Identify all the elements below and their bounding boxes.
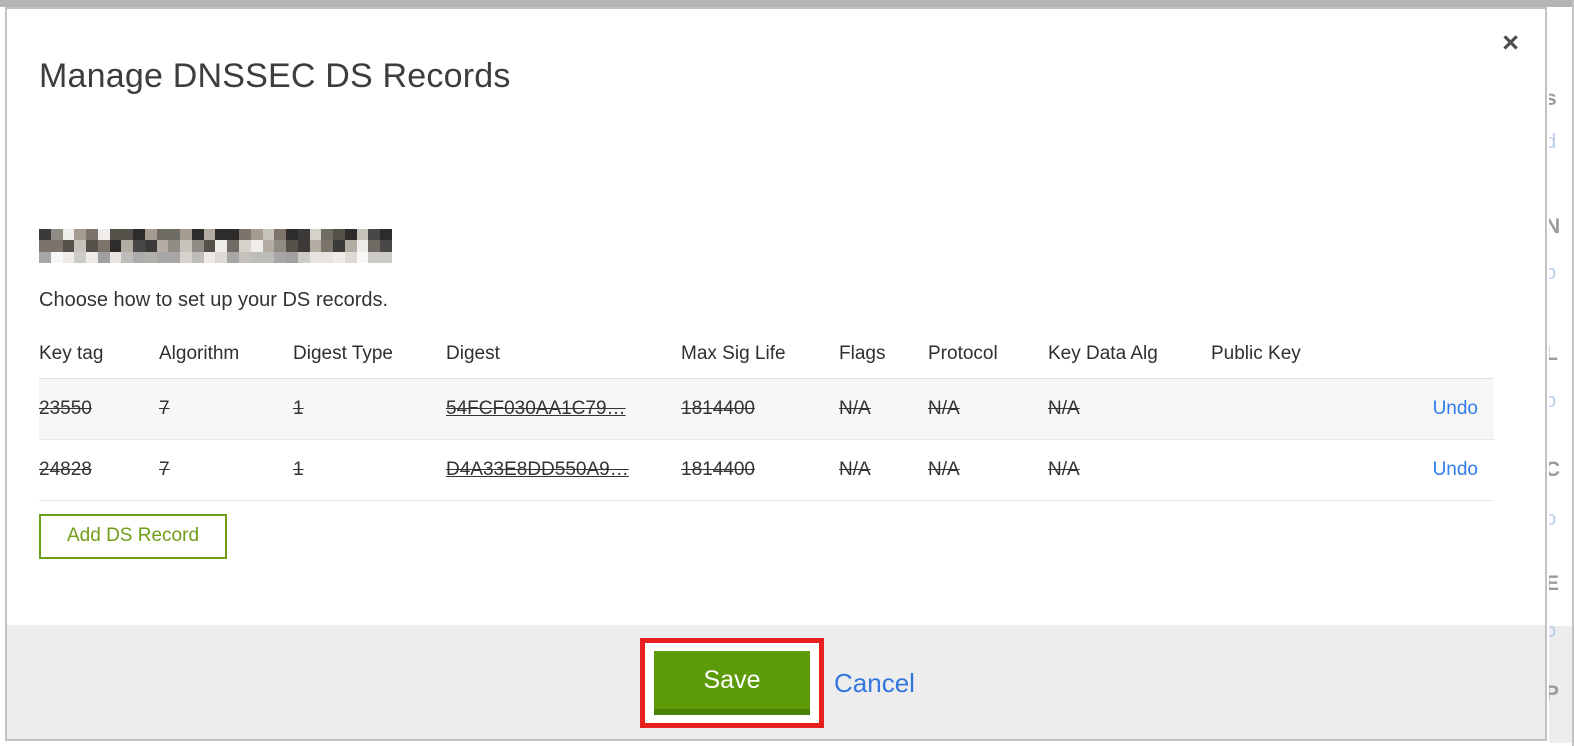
public-key-value: [1211, 378, 1361, 440]
manage-dnssec-ds-records-dialog: Manage DNSSEC DS Records × Choose how to…: [5, 7, 1547, 741]
digest-type-value: 1: [293, 378, 446, 440]
column-header-algorithm: Algorithm: [159, 331, 293, 379]
background-text-fragment: N: [1549, 215, 1561, 238]
instruction-text: Choose how to set up your DS records.: [39, 289, 389, 311]
background-page-strip: sd No Lo Co Eo P: [1549, 7, 1572, 746]
background-text-fragment: d: [1549, 131, 1557, 153]
background-text-fragment: P: [1549, 682, 1560, 705]
redacted-domain-name: [39, 229, 392, 263]
table-header-row: Key tag Algorithm Digest Type Digest Max…: [39, 331, 1494, 379]
column-header-digest: Digest: [446, 331, 681, 379]
protocol-value: N/A: [928, 378, 1048, 440]
column-header-key-data-alg: Key Data Alg: [1048, 331, 1211, 379]
column-header-max-sig-life: Max Sig Life: [681, 331, 839, 379]
background-text-fragment: o: [1549, 390, 1557, 412]
key-data-alg-value: N/A: [1048, 378, 1211, 440]
ds-records-table: Key tag Algorithm Digest Type Digest Max…: [39, 331, 1494, 501]
background-text-fragment: o: [1549, 262, 1557, 284]
background-text-fragment: E: [1549, 572, 1560, 595]
digest-value: 54FCF030AA1C79…: [446, 378, 681, 440]
close-icon[interactable]: ×: [1498, 25, 1523, 62]
digest-type-value: 1: [293, 439, 446, 501]
key-tag-value: 24828: [39, 439, 159, 501]
max-sig-life-value: 1814400: [681, 439, 839, 501]
column-header-protocol: Protocol: [928, 331, 1048, 379]
undo-link[interactable]: Undo: [1433, 459, 1478, 480]
key-data-alg-value: N/A: [1048, 439, 1211, 501]
table-row: 23550 7 1 54FCF030AA1C79… 1814400 N/A N/…: [39, 378, 1494, 440]
digest-value: D4A33E8DD550A9…: [446, 439, 681, 501]
flags-value: N/A: [839, 439, 928, 501]
add-ds-record-button[interactable]: Add DS Record: [39, 514, 228, 559]
column-header-key-tag: Key tag: [39, 331, 159, 379]
background-text-fragment: s: [1549, 87, 1557, 110]
dialog-footer: Save Cancel: [7, 625, 1545, 739]
background-text-fragment: L: [1549, 342, 1558, 365]
column-header-actions: [1361, 331, 1494, 379]
background-text-fragment: C: [1549, 458, 1561, 481]
save-button[interactable]: Save: [654, 651, 810, 715]
algorithm-value: 7: [159, 439, 293, 501]
page-top-edge: [0, 0, 1574, 7]
key-tag-value: 23550: [39, 378, 159, 440]
undo-link[interactable]: Undo: [1433, 398, 1478, 419]
background-text-fragment: o: [1549, 620, 1557, 642]
column-header-digest-type: Digest Type: [293, 331, 446, 379]
background-text-fragment: o: [1549, 508, 1557, 530]
algorithm-value: 7: [159, 378, 293, 440]
column-header-public-key: Public Key: [1211, 331, 1361, 379]
cancel-link[interactable]: Cancel: [834, 668, 915, 699]
max-sig-life-value: 1814400: [681, 378, 839, 440]
annotation-highlight: Save: [640, 638, 824, 728]
public-key-value: [1211, 439, 1361, 501]
flags-value: N/A: [839, 378, 928, 440]
protocol-value: N/A: [928, 439, 1048, 501]
table-row: 24828 7 1 D4A33E8DD550A9… 1814400 N/A N/…: [39, 439, 1494, 501]
dialog-title: Manage DNSSEC DS Records: [39, 56, 511, 95]
column-header-flags: Flags: [839, 331, 928, 379]
